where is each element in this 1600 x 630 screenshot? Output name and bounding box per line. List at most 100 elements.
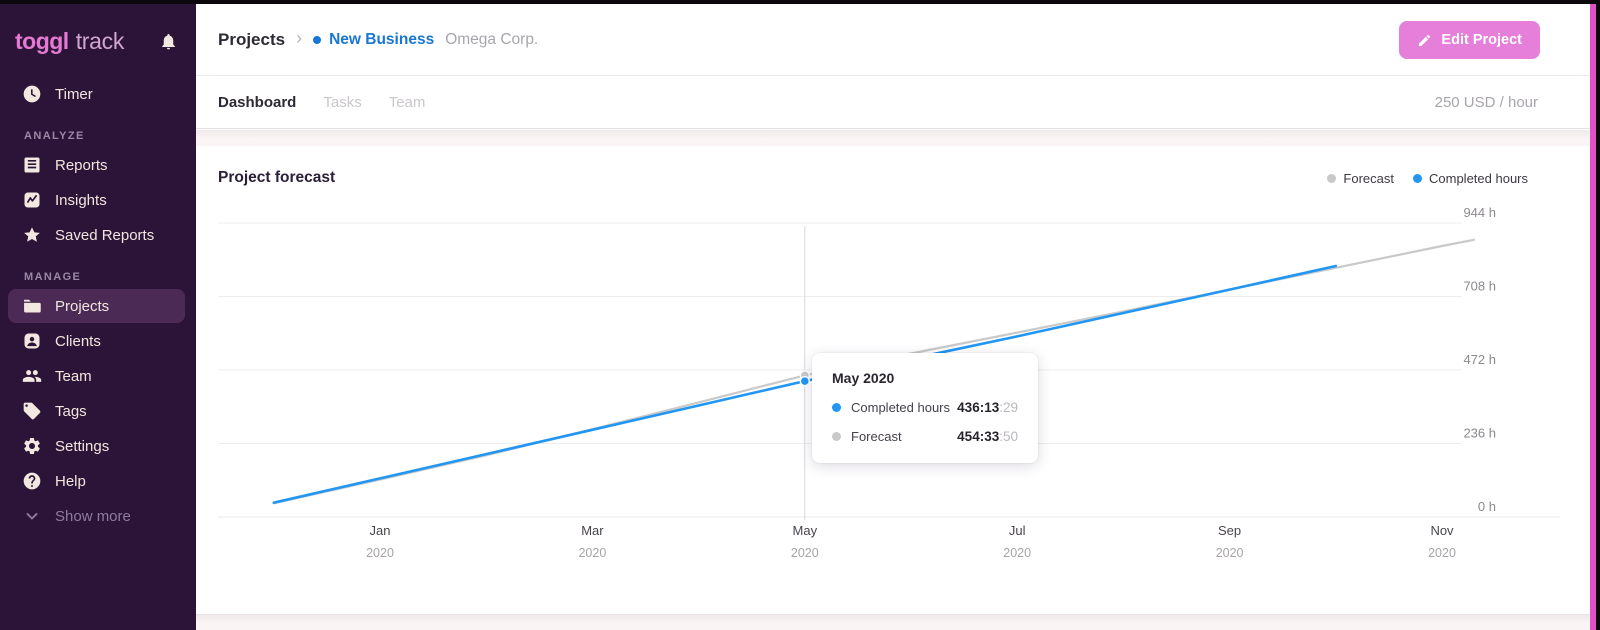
app-window: toggl track Timer ANALYZE Reports Insights S… bbox=[0, 0, 1600, 630]
gear-icon bbox=[22, 436, 42, 456]
sidebar: toggl track Timer ANALYZE Reports Insights S… bbox=[0, 4, 196, 630]
series-dot-icon bbox=[832, 403, 841, 412]
show-more-label: Show more bbox=[55, 507, 131, 525]
sidebar-item-saved-reports[interactable]: Saved Reports bbox=[8, 218, 185, 252]
sidebar-item-label: Reports bbox=[55, 156, 108, 174]
chart-xtick-year: 2020 bbox=[578, 546, 606, 560]
tag-icon bbox=[22, 401, 42, 421]
chart-xtick-year: 2020 bbox=[366, 546, 394, 560]
sidebar-item-label: Saved Reports bbox=[55, 226, 155, 244]
tooltip-series-label: Forecast bbox=[851, 429, 902, 444]
reports-icon bbox=[22, 155, 42, 175]
sidebar-item-label: Tags bbox=[55, 402, 87, 420]
chart-xtick-month: Nov bbox=[1430, 523, 1454, 538]
sidebar-section-manage: MANAGE bbox=[24, 271, 82, 283]
series-dot-icon bbox=[832, 432, 841, 441]
chart-xtick-month: Mar bbox=[581, 523, 604, 538]
breadcrumb-project[interactable]: New Business bbox=[329, 31, 434, 49]
sidebar-item-settings[interactable]: Settings bbox=[8, 429, 185, 463]
chevron-down-icon bbox=[22, 506, 42, 526]
team-icon bbox=[22, 366, 42, 386]
legend-dot-icon bbox=[1413, 174, 1422, 183]
tooltip-series-seconds: :29 bbox=[999, 400, 1018, 415]
chart-xtick-month: Jul bbox=[1009, 523, 1026, 538]
client-icon bbox=[22, 331, 42, 351]
star-icon bbox=[22, 225, 42, 245]
sidebar-item-tags[interactable]: Tags bbox=[8, 394, 185, 428]
logo[interactable]: toggl track bbox=[0, 4, 196, 55]
page-header: Projects › New Business Omega Corp. Edit… bbox=[196, 4, 1590, 76]
sidebar-item-projects[interactable]: Projects bbox=[8, 289, 185, 323]
tab-dashboard[interactable]: Dashboard bbox=[218, 94, 296, 111]
chart-ytick-label: 708 h bbox=[1463, 279, 1496, 294]
tooltip-row-completed-hours: Completed hours 436:13:29 bbox=[832, 400, 1018, 415]
tab-bar: Dashboard Tasks Team 250 USD / hour bbox=[196, 77, 1590, 129]
chart-hover-dot-completed-hours bbox=[799, 375, 811, 387]
sidebar-show-more[interactable]: Show more bbox=[8, 499, 185, 533]
sidebar-item-reports[interactable]: Reports bbox=[8, 148, 185, 182]
insights-icon bbox=[22, 190, 42, 210]
sidebar-item-label: Projects bbox=[55, 297, 110, 315]
sidebar-item-label: Help bbox=[55, 472, 86, 490]
edit-project-button[interactable]: Edit Project bbox=[1399, 21, 1540, 59]
chart-xtick-month: Sep bbox=[1218, 523, 1241, 538]
sidebar-item-team[interactable]: Team bbox=[8, 359, 185, 393]
edit-project-label: Edit Project bbox=[1441, 32, 1522, 48]
help-icon bbox=[22, 471, 42, 491]
legend-forecast[interactable]: Forecast bbox=[1327, 171, 1394, 186]
chart-ytick-label: 0 h bbox=[1478, 499, 1496, 514]
sidebar-nav: Timer ANALYZE Reports Insights Saved Reports… bbox=[0, 77, 196, 498]
tooltip-series-seconds: :50 bbox=[999, 429, 1018, 444]
bell-icon[interactable] bbox=[159, 32, 178, 51]
hourly-rate: 250 USD / hour bbox=[1434, 94, 1538, 111]
folder-icon bbox=[22, 296, 42, 316]
tooltip-series-label: Completed hours bbox=[851, 400, 950, 415]
chart-tooltip: May 2020 Completed hours 436:13:29 Forecas… bbox=[812, 353, 1038, 463]
chart-ytick-label: 944 h bbox=[1463, 205, 1496, 220]
sidebar-item-help[interactable]: Help bbox=[8, 464, 185, 498]
window-edge-top bbox=[0, 0, 1600, 4]
sidebar-item-label: Team bbox=[55, 367, 92, 385]
tooltip-series-value: 454:33:50 bbox=[957, 429, 1018, 444]
clock-icon bbox=[22, 84, 42, 104]
window-edge-right bbox=[1596, 0, 1600, 630]
tab-team[interactable]: Team bbox=[389, 94, 426, 111]
sidebar-item-timer[interactable]: Timer bbox=[8, 77, 185, 111]
chart-title: Project forecast bbox=[218, 169, 336, 186]
tooltip-series-value: 436:13:29 bbox=[957, 400, 1018, 415]
breadcrumb-client: Omega Corp. bbox=[445, 30, 539, 48]
chart-xtick-year: 2020 bbox=[1216, 546, 1244, 560]
sidebar-item-label: Insights bbox=[55, 191, 107, 209]
project-color-dot bbox=[313, 35, 322, 44]
sidebar-item-insights[interactable]: Insights bbox=[8, 183, 185, 217]
divider-band-bottom bbox=[196, 614, 1590, 630]
tab-tasks[interactable]: Tasks bbox=[323, 94, 361, 111]
legend-label: Forecast bbox=[1343, 171, 1394, 186]
chart-ytick-label: 472 h bbox=[1463, 352, 1496, 367]
sidebar-item-label: Settings bbox=[55, 437, 110, 455]
legend-completed-hours[interactable]: Completed hours bbox=[1413, 171, 1528, 186]
chart-xtick-year: 2020 bbox=[1003, 546, 1031, 560]
legend-dot-icon bbox=[1327, 174, 1337, 183]
sidebar-item-label: Clients bbox=[55, 332, 101, 350]
pencil-icon bbox=[1417, 33, 1432, 48]
logo-toggl: toggl bbox=[15, 28, 69, 54]
sidebar-item-label: Timer bbox=[55, 85, 93, 103]
tooltip-title: May 2020 bbox=[832, 370, 895, 386]
chart-ytick-label: 236 h bbox=[1463, 426, 1496, 441]
chart-xtick-year: 2020 bbox=[1428, 546, 1456, 560]
main-area: Projects › New Business Omega Corp. Edit… bbox=[196, 4, 1590, 630]
breadcrumb-separator-icon: › bbox=[296, 28, 303, 48]
tabs: Dashboard Tasks Team bbox=[218, 94, 452, 111]
breadcrumb-root[interactable]: Projects bbox=[218, 30, 285, 50]
chart-legend: Forecast Completed hours bbox=[1308, 171, 1528, 186]
sidebar-section-analyze: ANALYZE bbox=[24, 130, 85, 142]
divider-band-top bbox=[196, 130, 1590, 146]
tooltip-row-forecast: Forecast 454:33:50 bbox=[832, 429, 1018, 444]
chart-xtick-year: 2020 bbox=[791, 546, 819, 560]
logo-track: track bbox=[75, 28, 125, 54]
sidebar-item-clients[interactable]: Clients bbox=[8, 324, 185, 358]
chart-xtick-month: May bbox=[793, 523, 818, 538]
chart-xtick-month: Jan bbox=[370, 523, 391, 538]
legend-label: Completed hours bbox=[1429, 171, 1528, 186]
